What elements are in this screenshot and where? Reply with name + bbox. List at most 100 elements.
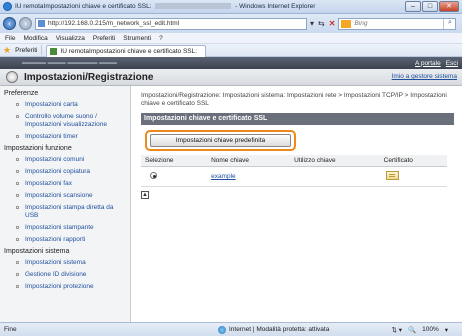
sidebar-item-label: Impostazioni stampa diretta da USB <box>25 204 114 219</box>
bullet-icon <box>16 261 19 264</box>
close-button[interactable]: ✕ <box>439 1 459 12</box>
sidebar-item-impostazioni-protezione[interactable]: Impostazioni protezione <box>0 281 130 293</box>
sidebar-item-impostazioni-sistema[interactable]: Impostazioni sistema <box>0 257 130 269</box>
sidebar-item-impostazioni-rapporti[interactable]: Impostazioni rapporti <box>0 234 130 246</box>
sidebar-item-label: Impostazioni stampante <box>25 224 94 231</box>
window-title-bar: IU remotaImpostazioni chiave e certifica… <box>0 0 462 14</box>
sidebar-item-label: Impostazioni carta <box>25 101 78 108</box>
default-key-highlight: Impostazioni chiave predefinita <box>145 130 296 151</box>
zoom-control[interactable]: ⇅ ▾ 🔍 100% ▾ <box>392 326 449 334</box>
certificate-cell <box>379 166 447 187</box>
address-bar: ‹ › http://192.168.0.215/m_network_ssl_e… <box>0 14 462 33</box>
menu-help[interactable]: ? <box>159 35 163 42</box>
bullet-icon <box>16 206 19 209</box>
default-key-settings-button[interactable]: Impostazioni chiave predefinita <box>150 134 291 147</box>
refresh-icon[interactable]: ⇆ <box>318 19 325 28</box>
bullet-icon <box>16 103 19 106</box>
dropdown-arrow-icon[interactable]: ▾ <box>310 19 314 28</box>
sidebar-item-impostazioni-copiatura[interactable]: Impostazioni copiatura <box>0 166 130 178</box>
page-title: Impostazioni/Registrazione <box>24 71 154 83</box>
sidebar-item-label: Impostazioni comuni <box>25 156 85 163</box>
sidebar-item-label: Impostazioni timer <box>25 133 78 140</box>
sidebar-section-preferenze: Preferenze <box>4 90 39 97</box>
menu-bar: File Modifica Visualizza Preferiti Strum… <box>0 33 462 44</box>
sidebar-item-label: Impostazioni rapporti <box>25 236 86 243</box>
favorites-separator <box>41 45 43 55</box>
sidebar-item-stampa-diretta-usb[interactable]: Impostazioni stampa diretta da USB <box>0 202 130 222</box>
sidebar-item-label: Gestione ID divisione <box>25 271 87 278</box>
zoom-level: 100% <box>422 326 439 333</box>
window-controls: – □ ✕ <box>405 1 459 12</box>
table-header-row: Selezione Nome chiave Utilizzo chiave Ce… <box>141 155 447 167</box>
sidebar-item-label: Impostazioni sistema <box>25 259 86 266</box>
bullet-icon <box>16 182 19 185</box>
tab-current-page[interactable]: IU remotaImpostazioni chiave e certifica… <box>46 44 207 57</box>
sidebar-item-label: Impostazioni protezione <box>25 283 94 290</box>
bullet-icon <box>16 135 19 138</box>
tab-title: IU remotaImpostazioni chiave e certifica… <box>60 47 198 55</box>
menu-strumenti[interactable]: Strumenti <box>123 35 151 42</box>
menu-preferiti[interactable]: Preferiti <box>93 35 115 42</box>
window-title: IU remotaImpostazioni chiave e certifica… <box>15 3 395 10</box>
key-name-link[interactable]: example <box>211 173 236 180</box>
status-text: Fine <box>4 326 17 333</box>
forward-button[interactable]: › <box>19 17 32 30</box>
page-top-icon[interactable]: ▲ <box>141 191 149 199</box>
sidebar-section-sistema: Impostazioni sistema <box>4 248 70 255</box>
tab-page-icon <box>50 47 58 55</box>
portal-link[interactable]: A portale <box>415 60 441 67</box>
settings-gear-icon <box>6 71 18 83</box>
sidebar-item-impostazioni-fax[interactable]: Impostazioni fax <box>0 178 130 190</box>
sidebar-item-impostazioni-scansione[interactable]: Impostazioni scansione <box>0 190 130 202</box>
url-field[interactable]: http://192.168.0.215/m_network_ssl_edit.… <box>35 17 307 30</box>
stop-icon[interactable]: ✕ <box>329 19 336 28</box>
globe-icon <box>218 325 226 334</box>
menu-modifica[interactable]: Modifica <box>23 35 47 42</box>
url-text: http://192.168.0.215/m_network_ssl_edit.… <box>48 20 180 27</box>
back-button[interactable]: ‹ <box>3 17 16 30</box>
protected-mode-icon[interactable]: ⇅ ▾ <box>392 326 403 334</box>
redacted-device-name <box>155 3 232 10</box>
zoom-magnifier-icon: 🔍 <box>408 326 417 334</box>
security-zone: Internet | Modalità protetta: attivata <box>218 325 330 334</box>
bing-icon <box>341 19 352 28</box>
sidebar-item-gestione-id-divisione[interactable]: Gestione ID divisione <box>0 269 130 281</box>
ie-logo-icon <box>3 2 12 11</box>
zoom-dropdown-icon[interactable]: ▾ <box>445 326 448 334</box>
key-select-radio[interactable] <box>150 172 157 179</box>
sidebar-section-funzione: Impostazioni funzione <box>4 145 72 152</box>
admin-mail-link[interactable]: Imio a gestore sistema <box>392 73 457 80</box>
logout-link[interactable]: Esci <box>446 60 458 67</box>
bullet-icon <box>16 273 19 276</box>
device-name-redacted: ▬▬▬▬ ▬▬▬ ▬▬▬▬▬ ▬▬▬ <box>22 60 118 66</box>
sidebar-item-impostazioni-carta[interactable]: Impostazioni carta <box>0 99 130 111</box>
certificate-icon[interactable] <box>385 171 399 180</box>
menu-file[interactable]: File <box>5 35 15 42</box>
sidebar-item-label: Impostazioni scansione <box>25 192 93 199</box>
favorites-star-icon[interactable]: ★ <box>3 45 11 55</box>
address-tools: ▾ ⇆ ✕ <box>310 19 335 28</box>
selection-cell <box>141 166 208 187</box>
sidebar-item-volume-visualizzazione[interactable]: Controllo volume suono / Impostazioni vi… <box>0 111 130 131</box>
search-input[interactable]: Bing ⌕ <box>338 17 457 30</box>
bullet-icon <box>16 226 19 229</box>
favorites-button[interactable]: Preferiti <box>15 47 37 54</box>
menu-visualizza[interactable]: Visualizza <box>56 35 85 42</box>
page-header: Impostazioni/Registrazione Imio a gestor… <box>0 69 462 86</box>
sidebar-item-impostazioni-stampante[interactable]: Impostazioni stampante <box>0 222 130 234</box>
sidebar-item-label: Controllo volume suono / Impostazioni vi… <box>25 113 108 128</box>
main-content: Impostazioni/Registrazione: Impostazioni… <box>131 86 462 322</box>
sidebar-item-label: Impostazioni fax <box>25 180 72 187</box>
minimize-button[interactable]: – <box>405 1 421 12</box>
maximize-button[interactable]: □ <box>422 1 438 12</box>
sidebar-item-impostazioni-timer[interactable]: Impostazioni timer <box>0 131 130 143</box>
bullet-icon <box>16 194 19 197</box>
security-zone-text: Internet | Modalità protetta: attivata <box>229 326 330 333</box>
favorites-bar: ★ Preferiti IU remotaImpostazioni chiave… <box>0 44 462 57</box>
bullet-icon <box>16 115 19 118</box>
section-title: Impostazioni chiave e certificato SSL <box>141 113 454 125</box>
window-title-suffix: - Windows Internet Explorer <box>235 3 316 10</box>
search-placeholder: Bing <box>354 20 368 27</box>
sidebar-item-impostazioni-comuni[interactable]: Impostazioni comuni <box>0 154 130 166</box>
search-icon[interactable]: ⌕ <box>443 18 455 29</box>
